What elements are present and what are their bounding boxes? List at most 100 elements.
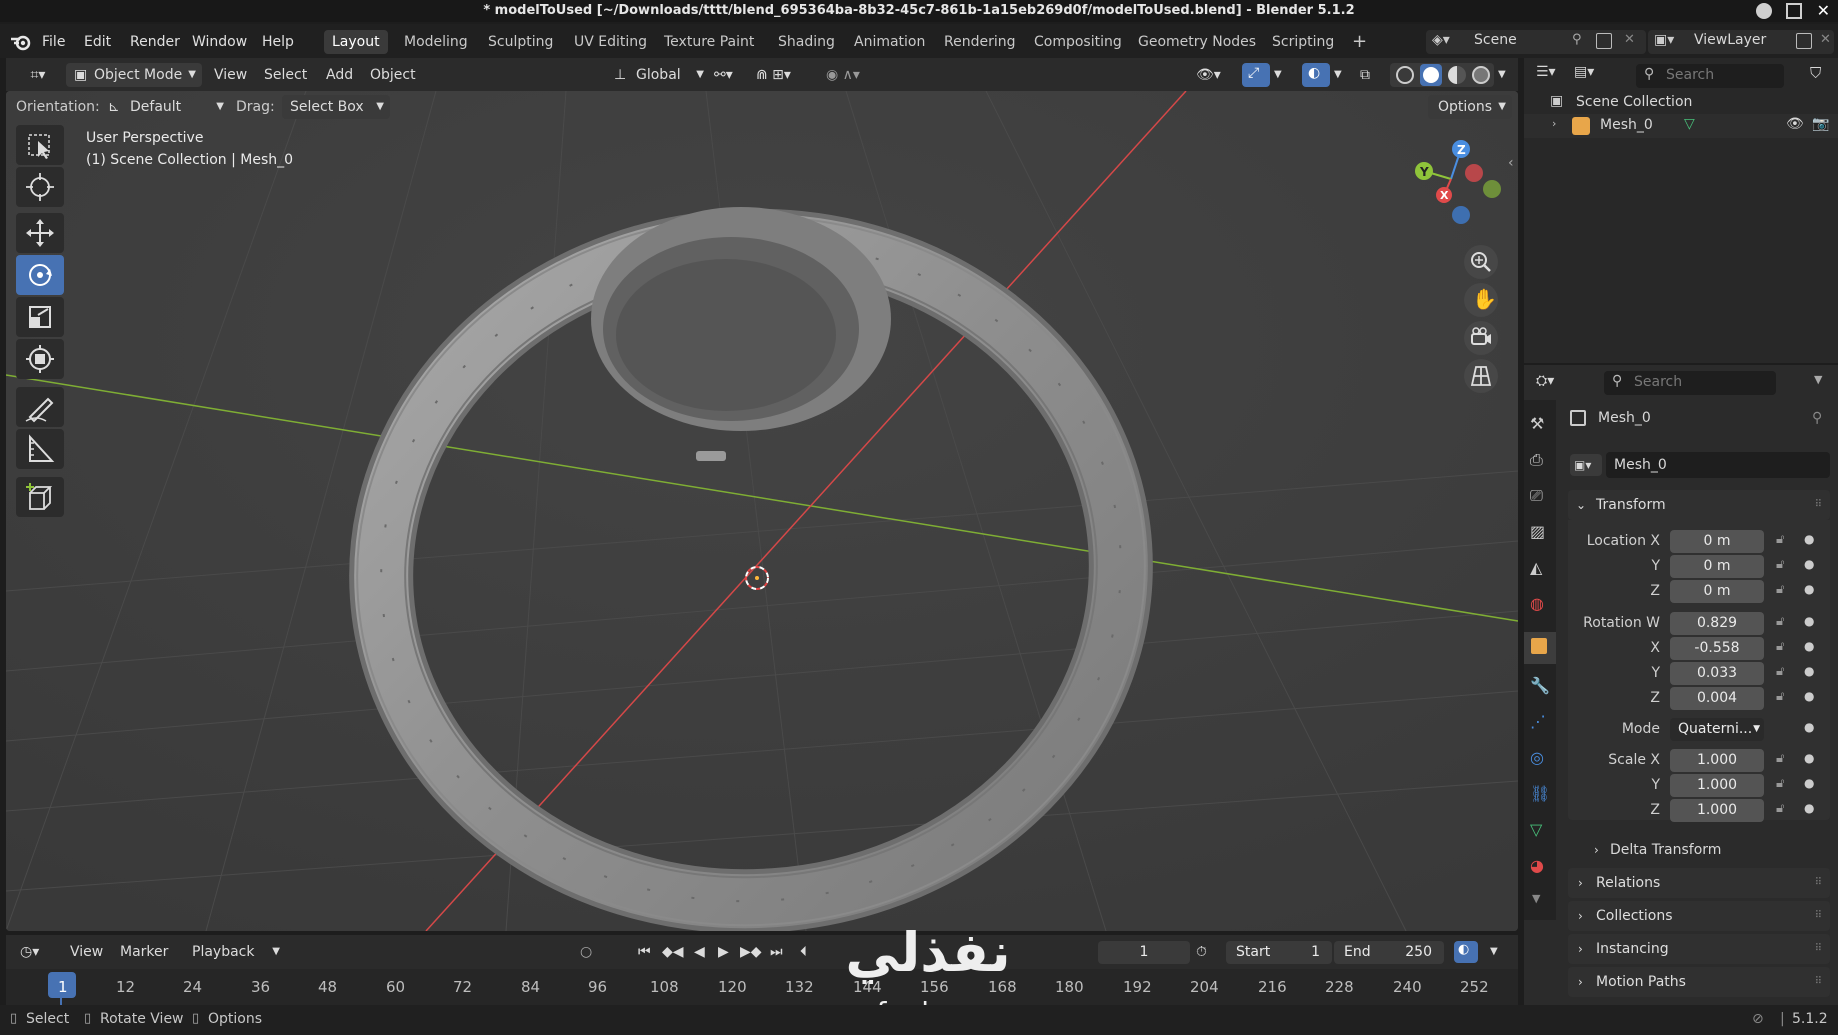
tab-compositing[interactable]: Compositing — [1026, 30, 1130, 54]
measure-tool[interactable] — [16, 429, 64, 469]
annotate-tool[interactable] — [16, 387, 64, 427]
drag-handle-icon[interactable]: ⠿ — [1815, 490, 1822, 520]
chevron-down-icon[interactable]: ▼ — [1490, 940, 1498, 964]
object-name-field[interactable]: Mesh_0 — [1606, 452, 1830, 478]
keyframe-dot-icon[interactable]: ● — [1804, 664, 1814, 678]
pan-button[interactable]: ✋ — [1464, 283, 1498, 317]
lock-icon[interactable]: 🔓︎ — [1776, 751, 1784, 766]
stopwatch-icon[interactable]: ⏱ — [1196, 940, 1207, 964]
pin-icon[interactable]: ⚲ — [1572, 32, 1582, 47]
network-off-icon[interactable]: ⊘ — [1752, 1011, 1764, 1027]
lock-icon[interactable]: 🔓︎ — [1776, 664, 1784, 679]
start-frame-field[interactable]: Start 1 — [1226, 941, 1332, 964]
keyframe-dot-icon[interactable]: ● — [1804, 557, 1814, 571]
rendered-shading-icon[interactable] — [1472, 66, 1490, 84]
drag-dropdown[interactable]: Select Box ▼ — [282, 95, 390, 119]
keyframe-dot-icon[interactable]: ● — [1804, 801, 1814, 815]
viewlayer-selector[interactable]: ▣▾ ViewLayer ✕ — [1648, 30, 1834, 54]
scale-y-field[interactable]: 1.000 — [1670, 774, 1764, 797]
shading-modes[interactable] — [1390, 63, 1494, 87]
timeline-editor-icon[interactable]: ◷▾ — [20, 940, 39, 964]
visibility-icon[interactable]: 👁▾ — [1196, 63, 1236, 87]
rotation-x-field[interactable]: -0.558 — [1670, 637, 1764, 660]
play-reverse-icon[interactable]: ◀ — [694, 940, 705, 964]
solid-shading-active[interactable] — [1420, 64, 1442, 86]
viewport-scene[interactable] — [6, 91, 1518, 931]
keyframe-dot-icon[interactable]: ● — [1804, 751, 1814, 765]
tab-shading[interactable]: Shading — [770, 30, 843, 54]
timeline-menu-marker[interactable]: Marker — [120, 940, 168, 964]
pin-icon[interactable]: ⚲ — [1812, 410, 1822, 426]
drag-handle-icon[interactable]: ⠿ — [1815, 934, 1822, 964]
render-tab-icon[interactable]: ⎙ — [1530, 450, 1543, 470]
prev-frame-icon[interactable]: ⏴ — [800, 940, 807, 964]
drag-handle-icon[interactable]: ⠿ — [1815, 967, 1822, 997]
wireframe-shading-icon[interactable] — [1396, 66, 1414, 84]
next-keyframe-icon[interactable]: ▶◆ — [740, 940, 762, 964]
orientation-dropdown[interactable]: ⊾ Default ▼ — [104, 95, 228, 119]
particles-tab-icon[interactable]: ⋰ — [1530, 712, 1546, 731]
new-scene-icon[interactable] — [1596, 33, 1612, 49]
menu-edit[interactable]: Edit — [78, 31, 117, 53]
lock-icon[interactable]: 🔓︎ — [1776, 639, 1784, 654]
lock-icon[interactable]: 🔓︎ — [1776, 614, 1784, 629]
rotation-mode-dropdown[interactable]: Quaterni... ▼ — [1670, 718, 1764, 741]
transform-tool[interactable] — [16, 339, 64, 379]
chevron-down-icon[interactable]: ▼ — [1274, 63, 1282, 87]
blender-logo-icon[interactable] — [10, 33, 32, 51]
location-z-field[interactable]: 0 m — [1670, 580, 1764, 603]
cursor-tool[interactable] — [16, 167, 64, 207]
tab-animation[interactable]: Animation — [846, 30, 933, 54]
properties-search-input[interactable]: ⚲ Search — [1604, 371, 1776, 395]
transform-orientation-dropdown[interactable]: ⊥ Global ▼ — [610, 63, 708, 87]
more-tabs-icon[interactable]: ▼ — [1532, 892, 1540, 905]
scale-z-field[interactable]: 1.000 — [1670, 799, 1764, 822]
display-mode-icon[interactable]: ▤▾ — [1574, 64, 1594, 80]
lock-icon[interactable]: 🔓︎ — [1776, 532, 1784, 547]
tab-texture-paint[interactable]: Texture Paint — [656, 30, 762, 54]
delta-transform-subpanel[interactable]: › Delta Transform — [1590, 838, 1721, 862]
jump-start-icon[interactable]: ⏮ — [638, 940, 651, 964]
properties-editor-icon[interactable]: ⛭▾ — [1536, 373, 1554, 389]
add-cube-tool[interactable] — [16, 477, 64, 517]
drag-handle-icon[interactable]: ⠿ — [1815, 868, 1822, 898]
viewport-menu-add[interactable]: Add — [326, 63, 353, 87]
delete-viewlayer-icon[interactable]: ✕ — [1820, 32, 1831, 47]
motion-paths-panel-header[interactable]: › Motion Paths ⠿ — [1568, 967, 1830, 997]
tab-geometry-nodes[interactable]: Geometry Nodes — [1130, 30, 1264, 54]
keyframe-dot-icon[interactable]: ● — [1804, 776, 1814, 790]
scene-selector[interactable]: ◈▾ Scene ⚲ ✕ — [1426, 30, 1646, 54]
timeline-overlay-toggle[interactable]: ◐ — [1454, 941, 1478, 963]
minimize-button[interactable] — [1756, 3, 1772, 19]
scene-collection-row[interactable]: ▣ Scene Collection — [1524, 92, 1838, 114]
prev-keyframe-icon[interactable]: ◆◀ — [662, 940, 684, 964]
mode-dropdown[interactable]: ▣ Object Mode ▼ — [66, 63, 202, 87]
scale-tool[interactable] — [16, 297, 64, 337]
pivot-icon[interactable]: ⚯▾ — [714, 63, 750, 87]
lock-icon[interactable]: 🔓︎ — [1776, 801, 1784, 816]
close-window-button[interactable]: ✕ — [1817, 0, 1830, 22]
lock-icon[interactable]: 🔓︎ — [1776, 582, 1784, 597]
tab-rendering[interactable]: Rendering — [936, 30, 1024, 54]
chevron-down-icon[interactable]: ▼ — [1334, 63, 1342, 87]
relations-panel-header[interactable]: › Relations ⠿ — [1568, 868, 1830, 898]
outliner-search-input[interactable]: ⚲ Search — [1636, 64, 1784, 88]
overlay-toggle[interactable]: ◐ — [1302, 63, 1330, 87]
current-frame-field[interactable]: 1 — [1098, 941, 1190, 964]
ortho-toggle-button[interactable] — [1464, 359, 1498, 393]
physics-tab-icon[interactable]: ◎ — [1530, 748, 1544, 767]
scene-tab-icon[interactable]: ◭ — [1530, 558, 1542, 577]
rotation-w-field[interactable]: 0.829 — [1670, 612, 1764, 635]
editor-type-icon[interactable]: ⌗▾ — [18, 63, 58, 87]
viewport-menu-view[interactable]: View — [214, 63, 247, 87]
gizmo-toggle[interactable]: ⤢ — [1242, 63, 1270, 87]
navigation-gizmo[interactable]: Z Y X — [1404, 131, 1504, 231]
object-tab-active[interactable] — [1524, 632, 1556, 664]
playback-dropdown[interactable]: Playback ▼ — [192, 940, 282, 964]
viewport-menu-select[interactable]: Select — [264, 63, 307, 87]
play-icon[interactable]: ▶ — [718, 940, 729, 964]
eye-icon[interactable]: 👁 — [1786, 116, 1804, 132]
menu-window[interactable]: Window — [186, 31, 253, 53]
location-x-field[interactable]: 0 m — [1670, 530, 1764, 553]
zoom-button[interactable] — [1464, 245, 1498, 279]
